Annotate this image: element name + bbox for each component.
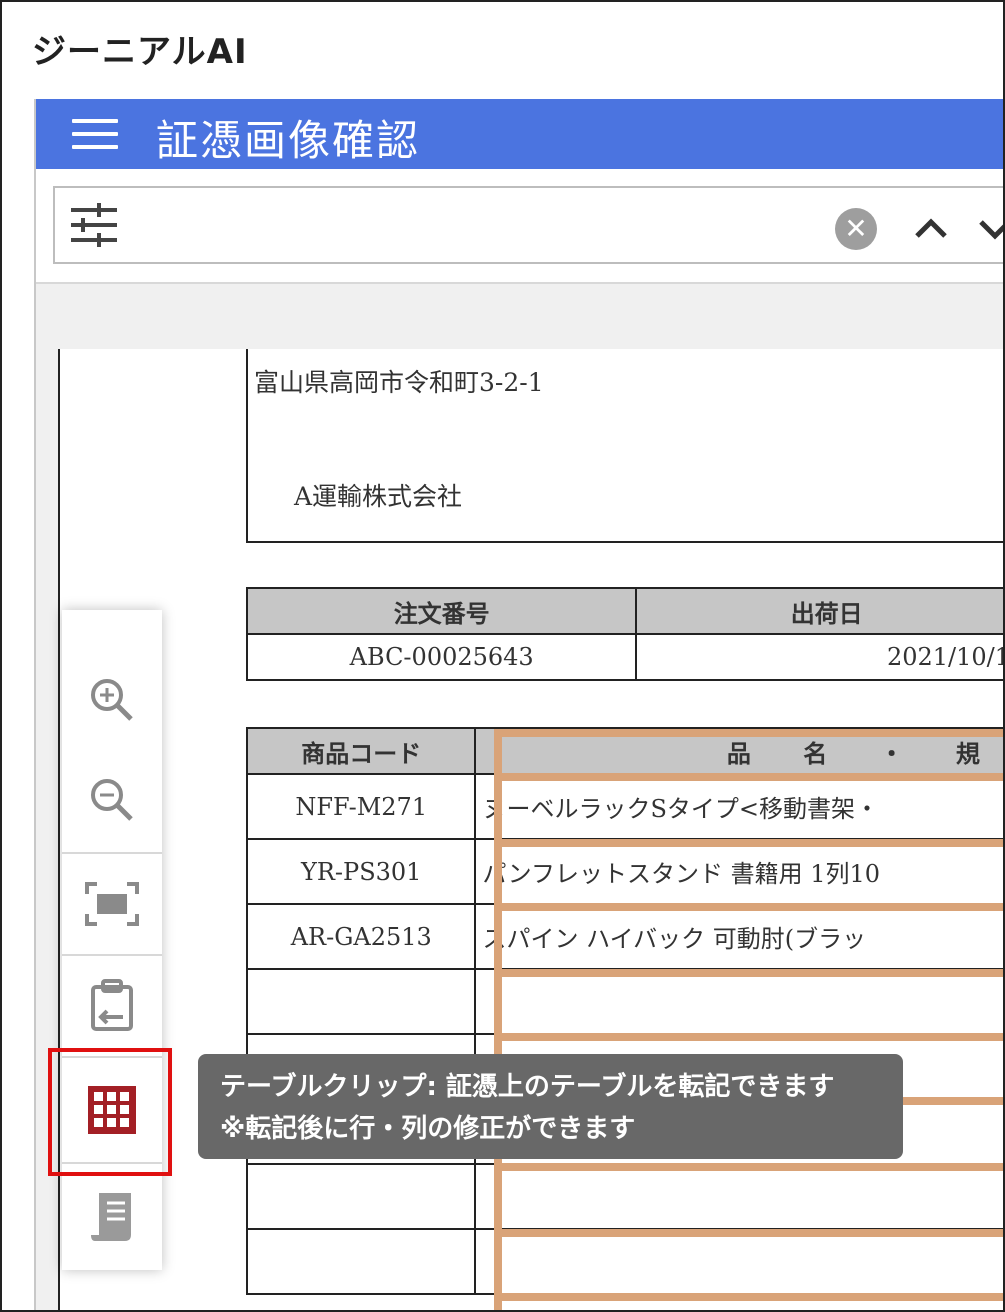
product-name-header: 品 名 ・ 規 [474,727,1003,775]
ship-date-value: 2021/10/1 [635,633,1003,681]
product-code-header: 商品コード [245,727,477,775]
items-table: 商品コード 品 名 ・ 規 NFF-M271 ヌーベルラックSタイプ<移動書架・… [245,727,1003,1295]
row-selection-line [494,1033,1003,1041]
fit-screen-icon [85,882,139,926]
filter-icon[interactable] [69,202,119,248]
tooltip-line: テーブルクリップ: 証憑上のテーブルを転記できます [220,1072,835,1102]
table-row: NFF-M271 ヌーベルラックSタイプ<移動書架・ [245,773,1003,840]
tooltip: テーブルクリップ: 証憑上のテーブルを転記できます ※転記後に行・列の修正ができ… [198,1054,903,1159]
tooltip-line: ※転記後に行・列の修正ができます [220,1114,636,1144]
product-name-cell: ヌーベルラックSタイプ<移動書架・ [474,773,1003,840]
fit-screen-button[interactable] [62,854,162,954]
product-code-cell: AR-GA2513 [245,903,477,970]
zoom-out-icon [91,779,133,821]
product-name-cell [474,1228,1003,1295]
clipboard-button[interactable] [62,956,162,1056]
row-selection-line [494,1293,1003,1301]
search-area: ✕ [36,169,1005,284]
receipt-button[interactable] [62,1166,162,1266]
product-code-cell [245,968,477,1035]
product-name-cell [474,968,1003,1035]
clear-icon[interactable]: ✕ [835,208,877,250]
search-input[interactable]: ✕ [53,186,1005,264]
row-selection-line [494,1229,1003,1237]
zoom-out-button[interactable] [62,750,162,850]
order-number-value: ABC-00025643 [245,633,638,681]
screenshot-frame: ジーニアルAI 証憑画像確認 ✕ 富山県高岡市令和町3-2-1 A運輸株式会社 … [0,0,1005,1312]
order-table: 注文番号 出荷日 ABC-00025643 2021/10/1 [245,587,1003,681]
table-row [245,1163,1003,1230]
product-code-cell [245,1163,477,1230]
header-bar: 証憑画像確認 [36,99,1003,169]
address-text: 富山県高岡市令和町3-2-1 [254,368,544,397]
zoom-in-icon [91,679,133,721]
company-name: A運輸株式会社 [294,482,463,511]
table-row: YR-PS301 パンフレットスタンド 書籍用 1列10 [245,838,1003,905]
clipboard-icon [91,979,133,1031]
receipt-icon [91,1193,131,1241]
table-row: AR-GA2513 スパイン ハイバック 可動肘(ブラッ [245,903,1003,970]
product-code-cell [245,1228,477,1295]
zoom-in-button[interactable] [62,650,162,750]
product-name-cell: スパイン ハイバック 可動肘(ブラッ [474,903,1003,970]
table-row [245,968,1003,1035]
highlight-marker [48,1048,172,1176]
page-title: 証憑画像確認 [156,116,421,165]
chevron-up-icon[interactable] [911,208,951,248]
ship-date-header: 出荷日 [635,587,1003,635]
chevron-down-icon[interactable] [975,208,1005,248]
row-selection-line [494,903,1003,911]
address-block: 富山県高岡市令和町3-2-1 A運輸株式会社 [246,349,1003,543]
table-header-row: 商品コード 品 名 ・ 規 [245,727,1003,775]
row-selection-line [494,839,1003,847]
row-selection-line [494,773,1003,781]
product-code-cell: YR-PS301 [245,838,477,905]
product-name-cell [474,1163,1003,1230]
product-name-cell: パンフレットスタンド 書籍用 1列10 [474,838,1003,905]
menu-icon[interactable] [72,119,118,151]
row-selection-line [494,1163,1003,1171]
table-row [245,1228,1003,1295]
document-viewer[interactable]: 富山県高岡市令和町3-2-1 A運輸株式会社 注文番号 出荷日 ABC-0002… [58,349,1003,1310]
product-code-cell: NFF-M271 [245,773,477,840]
row-selection-line [494,969,1003,977]
app-title: ジーニアルAI [32,32,248,72]
order-number-header: 注文番号 [245,587,638,635]
